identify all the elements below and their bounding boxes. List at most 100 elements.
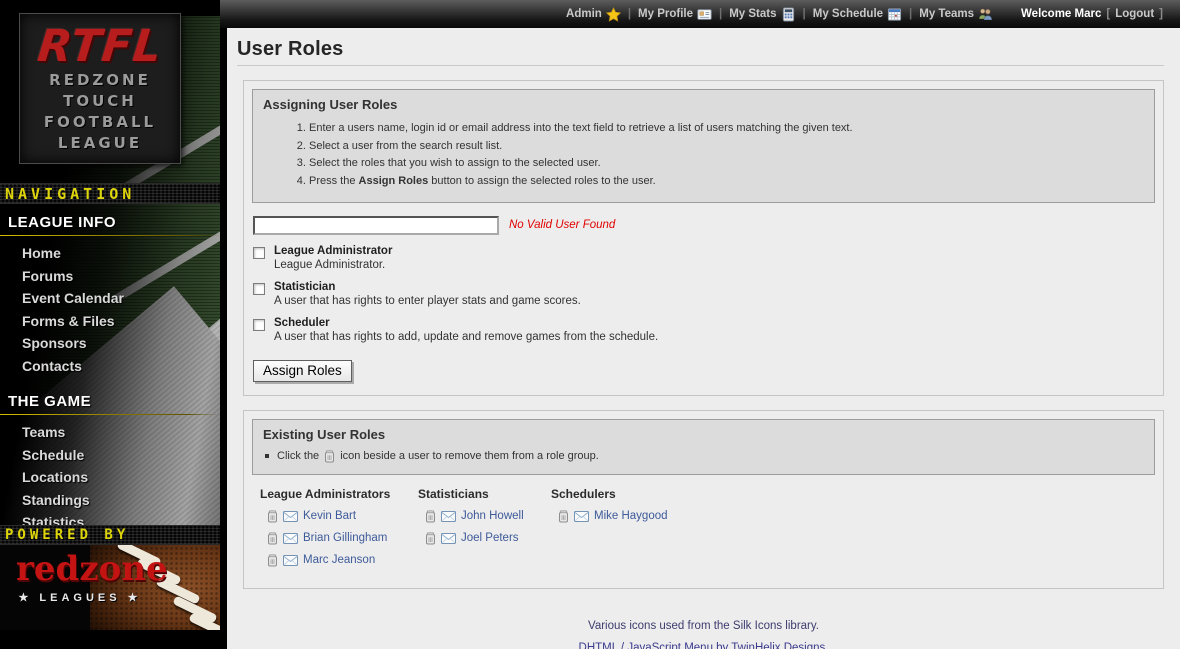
sidebar: RTFL REDZONE TOUCH FOOTBALL LEAGUE NAVIG… xyxy=(0,0,220,649)
nav-section-title: LEAGUE INFO xyxy=(0,208,220,235)
main-content: User Roles Assigning User Roles Enter a … xyxy=(227,28,1180,649)
menu-my-schedule-label: My Schedule xyxy=(813,8,883,20)
menu-my-schedule[interactable]: My Schedule xyxy=(813,7,902,22)
assign-roles-button[interactable]: Assign Roles xyxy=(253,360,352,382)
logo-line: REDZONE xyxy=(20,70,180,91)
logo-line: FOOTBALL xyxy=(20,112,180,133)
nav-section-title: THE GAME xyxy=(0,387,220,414)
role-option-statistician: Statistician A user that has rights to e… xyxy=(252,281,1155,307)
bullet-text: icon beside a user to remove them from a… xyxy=(340,450,599,462)
redzone-wordmark: redzone xyxy=(16,549,168,589)
sidebar-item-contacts[interactable]: Contacts xyxy=(0,355,220,378)
step-2: Select a user from the search result lis… xyxy=(309,140,1144,152)
email-icon[interactable] xyxy=(283,511,298,522)
twinhelix-credit[interactable]: DHTML / JavaScript Menu by TwinHelix Des… xyxy=(227,642,1180,649)
page-footer: Various icons used from the Silk Icons l… xyxy=(227,620,1180,649)
user-name-link[interactable]: Mike Haygood xyxy=(594,510,668,522)
remove-user-bin-icon[interactable] xyxy=(425,532,436,545)
group-statisticians: Statisticians John Howell Joel Peters xyxy=(418,487,551,576)
logout-bracket: ] xyxy=(1159,8,1163,20)
group-icon xyxy=(978,7,993,22)
remove-user-bin-icon[interactable] xyxy=(425,510,436,523)
separator: | xyxy=(909,8,912,20)
menu-my-stats-label: My Stats xyxy=(729,8,776,20)
step-4-bold: Assign Roles xyxy=(359,175,429,187)
nav-rule xyxy=(0,235,220,236)
assigning-heading: Assigning User Roles xyxy=(263,97,1144,112)
menu-my-stats[interactable]: My Stats xyxy=(729,7,795,22)
existing-bullet: Click the icon beside a user to remove t… xyxy=(265,450,1144,463)
email-icon[interactable] xyxy=(283,533,298,544)
group-league-administrators: League Administrators Kevin Bart Brian G… xyxy=(260,487,418,576)
league-administrator-checkbox[interactable] xyxy=(253,247,265,259)
remove-user-bin-icon[interactable] xyxy=(267,554,278,567)
user-row: John Howell xyxy=(425,510,551,523)
email-icon[interactable] xyxy=(441,511,456,522)
user-name-link[interactable]: Kevin Bart xyxy=(303,510,356,522)
topbar: Admin | My Profile | My Stats | My Sched… xyxy=(220,0,1180,28)
email-icon[interactable] xyxy=(574,511,589,522)
logo-line: TOUCH xyxy=(20,91,180,112)
user-row: Kevin Bart xyxy=(267,510,418,523)
existing-instructions-box: Existing User Roles Click the icon besid… xyxy=(252,419,1155,475)
powered-by-band: POWERED BY xyxy=(0,525,220,545)
step-1: Enter a users name, login id or email ad… xyxy=(309,122,1144,134)
scheduler-checkbox[interactable] xyxy=(253,319,265,331)
sidebar-nav: LEAGUE INFO Home Forums Event Calendar F… xyxy=(0,208,220,544)
user-row: Mike Haygood xyxy=(558,510,668,523)
role-label: League Administrator xyxy=(274,245,392,257)
calendar-icon xyxy=(887,7,902,22)
rtfl-acronym: RTFL xyxy=(18,24,183,70)
welcome-text: Welcome Marc xyxy=(1021,8,1101,20)
assigning-steps: Enter a users name, login id or email ad… xyxy=(263,122,1144,187)
logo-line: LEAGUE xyxy=(20,133,180,154)
assigning-instructions-box: Assigning User Roles Enter a users name,… xyxy=(252,89,1155,203)
sidebar-item-teams[interactable]: Teams xyxy=(0,421,220,444)
sidebar-item-locations[interactable]: Locations xyxy=(0,466,220,489)
logout-link[interactable]: Logout xyxy=(1115,8,1154,20)
square-bullet xyxy=(265,454,269,458)
user-row: Joel Peters xyxy=(425,532,551,545)
logout-bracket: [ xyxy=(1106,8,1110,20)
user-row: Brian Gillingham xyxy=(267,532,418,545)
silk-icons-credit[interactable]: Various icons used from the Silk Icons l… xyxy=(227,620,1180,632)
sidebar-item-home[interactable]: Home xyxy=(0,242,220,265)
navigation-band: NAVIGATION xyxy=(0,183,220,204)
email-icon[interactable] xyxy=(441,533,456,544)
remove-user-bin-icon[interactable] xyxy=(267,532,278,545)
menu-my-teams[interactable]: My Teams xyxy=(919,7,993,22)
bullet-text: Click the xyxy=(277,450,319,462)
user-name-link[interactable]: Brian Gillingham xyxy=(303,532,387,544)
statistician-checkbox[interactable] xyxy=(253,283,265,295)
role-description: A user that has rights to add, update an… xyxy=(274,331,658,343)
remove-user-bin-icon[interactable] xyxy=(267,510,278,523)
role-option-scheduler: Scheduler A user that has rights to add,… xyxy=(252,317,1155,343)
user-name-link[interactable]: Joel Peters xyxy=(461,532,519,544)
sidebar-item-schedule[interactable]: Schedule xyxy=(0,444,220,467)
redzone-leagues-logo[interactable]: redzone ★ LEAGUES ★ xyxy=(0,545,220,630)
title-divider xyxy=(237,65,1164,66)
bin-icon xyxy=(324,450,335,463)
menu-my-profile-label: My Profile xyxy=(638,8,693,20)
nav-section-league-info: LEAGUE INFO Home Forums Event Calendar F… xyxy=(0,208,220,377)
sidebar-item-forms-files[interactable]: Forms & Files xyxy=(0,310,220,333)
sidebar-item-forums[interactable]: Forums xyxy=(0,265,220,288)
menu-my-profile[interactable]: My Profile xyxy=(638,7,712,22)
email-icon[interactable] xyxy=(283,555,298,566)
remove-user-bin-icon[interactable] xyxy=(558,510,569,523)
sidebar-item-event-calendar[interactable]: Event Calendar xyxy=(0,287,220,310)
star-icon xyxy=(606,7,621,22)
user-search-row: No Valid User Found xyxy=(253,216,1155,235)
leagues-wordmark: ★ LEAGUES ★ xyxy=(17,591,143,604)
step-4: Press the Assign Roles button to assign … xyxy=(309,175,1144,187)
menu-admin[interactable]: Admin xyxy=(566,7,621,22)
page-title: User Roles xyxy=(237,38,1180,61)
user-name-link[interactable]: Marc Jeanson xyxy=(303,554,375,566)
separator: | xyxy=(628,8,631,20)
nav-section-the-game: THE GAME Teams Schedule Locations Standi… xyxy=(0,387,220,534)
user-name-link[interactable]: John Howell xyxy=(461,510,524,522)
sidebar-item-standings[interactable]: Standings xyxy=(0,489,220,512)
role-description: League Administrator. xyxy=(274,259,392,271)
user-search-input[interactable] xyxy=(253,216,499,235)
sidebar-item-sponsors[interactable]: Sponsors xyxy=(0,332,220,355)
